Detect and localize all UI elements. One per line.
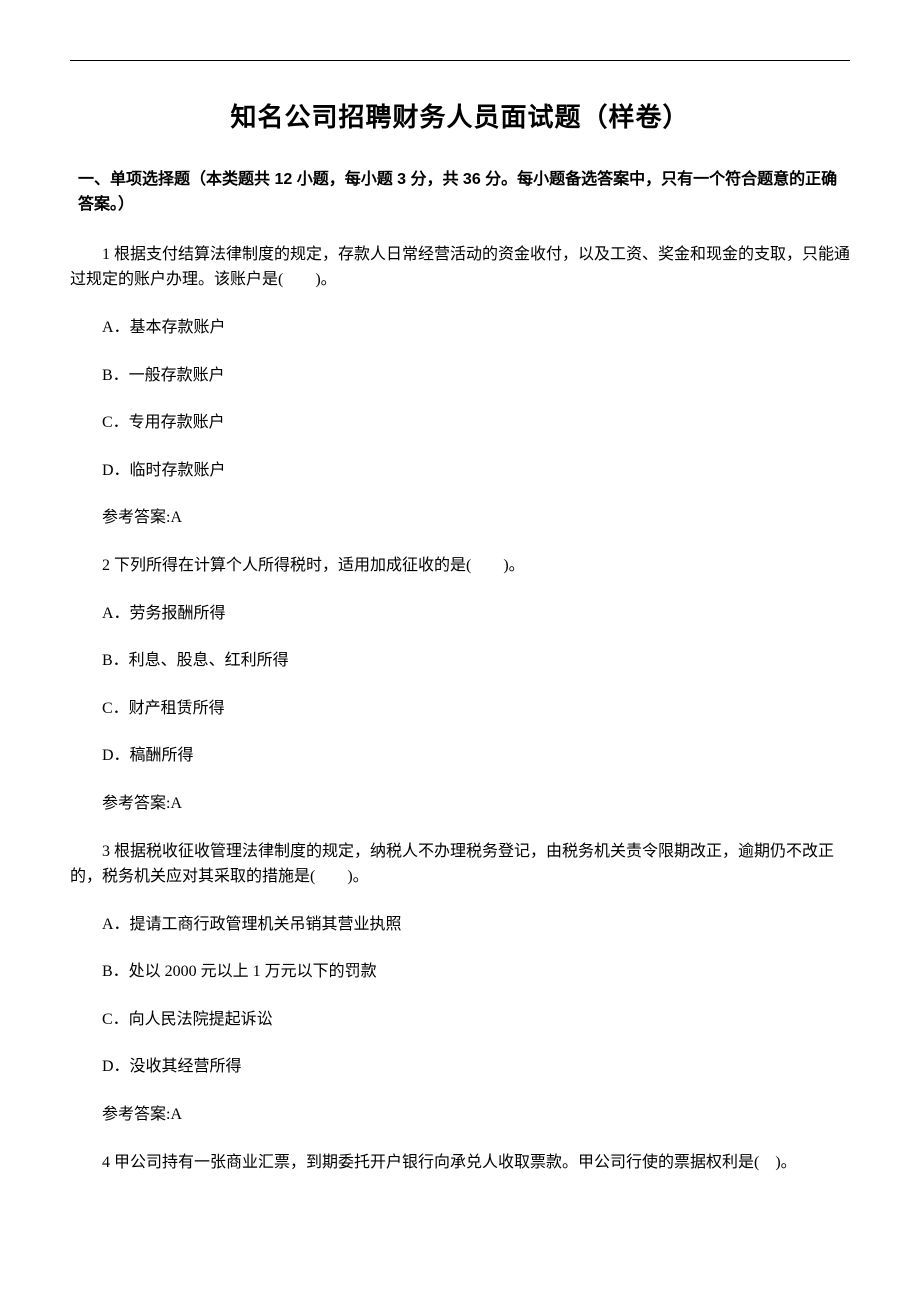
question-answer: 参考答案:A xyxy=(102,791,850,817)
question-stem: 4 甲公司持有一张商业汇票，到期委托开户银行向承兑人收取票款。甲公司行使的票据权… xyxy=(70,1150,850,1176)
question-answer: 参考答案:A xyxy=(102,505,850,531)
question-option: D．稿酬所得 xyxy=(102,743,850,769)
question-stem: 2 下列所得在计算个人所得税时，适用加成征收的是( )。 xyxy=(70,553,850,579)
section-heading: 一、单项选择题（本类题共 12 小题，每小题 3 分，共 36 分。每小题备选答… xyxy=(78,167,850,218)
question-option: C．财产租赁所得 xyxy=(102,696,850,722)
question-option: B．处以 2000 元以上 1 万元以下的罚款 xyxy=(102,959,850,985)
question-option: A．基本存款账户 xyxy=(102,315,850,341)
question-option: D．临时存款账户 xyxy=(102,458,850,484)
question-option: C．专用存款账户 xyxy=(102,410,850,436)
horizontal-rule xyxy=(70,60,850,61)
question-stem: 3 根据税收征收管理法律制度的规定，纳税人不办理税务登记，由税务机关责令限期改正… xyxy=(70,839,850,890)
question-option: B．一般存款账户 xyxy=(102,363,850,389)
question-option: C．向人民法院提起诉讼 xyxy=(102,1007,850,1033)
question-option: B．利息、股息、红利所得 xyxy=(102,648,850,674)
question-option: A．提请工商行政管理机关吊销其营业执照 xyxy=(102,912,850,938)
document-title: 知名公司招聘财务人员面试题（样卷） xyxy=(70,97,850,139)
question-stem: 1 根据支付结算法律制度的规定，存款人日常经营活动的资金收付，以及工资、奖金和现… xyxy=(70,242,850,293)
question-option: A．劳务报酬所得 xyxy=(102,601,850,627)
question-option: D．没收其经营所得 xyxy=(102,1054,850,1080)
question-answer: 参考答案:A xyxy=(102,1102,850,1128)
